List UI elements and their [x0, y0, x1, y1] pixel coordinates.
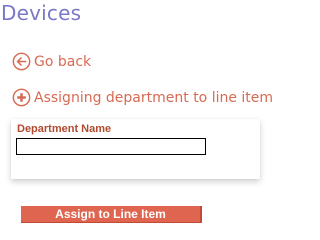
page-title: Devices — [1, 1, 82, 25]
assigning-department-link[interactable]: Assigning department to line item — [12, 88, 273, 107]
department-name-input[interactable] — [16, 138, 206, 155]
assign-to-line-item-button[interactable]: Assign to Line Item — [21, 206, 202, 223]
go-back-link[interactable]: Go back — [12, 52, 91, 71]
department-name-label: Department Name — [17, 123, 112, 135]
plus-circle-icon — [12, 88, 31, 107]
assigning-department-label: Assigning department to line item — [34, 89, 274, 106]
arrow-left-circle-icon — [12, 52, 31, 71]
department-form-panel: Department Name — [11, 119, 260, 179]
go-back-label: Go back — [34, 53, 92, 70]
